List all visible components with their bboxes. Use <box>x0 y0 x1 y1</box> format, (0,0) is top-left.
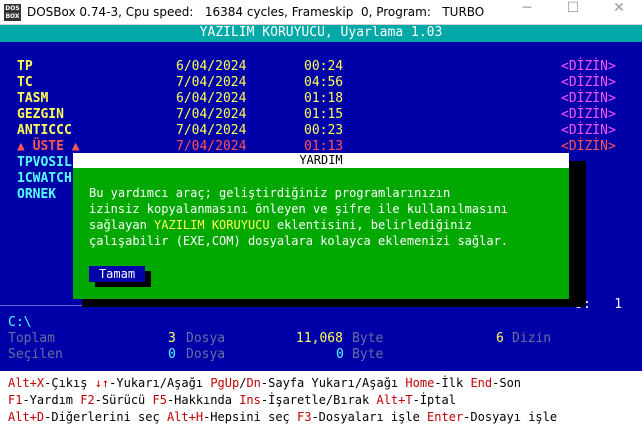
shortcut-desc: -İptal <box>412 393 456 407</box>
help-row: F1-Yardım F2-Sürücü F5-Hakkında Ins-İşar… <box>8 392 456 409</box>
shortcut-key: End <box>470 376 493 390</box>
file-name[interactable]: ▲ ÜSTE ▲ <box>17 139 80 155</box>
shortcut-desc: -Diğerlerini seç <box>44 410 167 424</box>
shortcut-key: ↓↑ <box>94 376 110 390</box>
selected-files: 0 <box>168 347 176 362</box>
file-name[interactable]: ANTICCC <box>17 123 72 139</box>
shortcut-desc: -İşaretle/Bırak <box>260 393 377 407</box>
file-time: 01:15 <box>304 107 344 122</box>
total-files: 3 <box>168 331 176 346</box>
shortcut-key: F2 <box>80 393 95 407</box>
shortcut-key: F1 <box>8 393 23 407</box>
file-name[interactable]: 1CWATCH <box>17 171 72 187</box>
file-time: 01:18 <box>304 91 344 106</box>
file-name[interactable]: TP <box>17 59 33 75</box>
shortcut-key: Alt+T <box>376 393 413 407</box>
dialog-text: sağlayan <box>89 218 155 232</box>
file-time: 00:23 <box>304 123 344 138</box>
shortcut-key: F5 <box>152 393 167 407</box>
file-name[interactable]: TASM <box>17 91 48 107</box>
shortcut-key: Ins <box>239 393 261 407</box>
shortcut-desc: -Hakkında <box>166 393 240 407</box>
dialog-text-line: Bu yardımcı araç; geliştirdiğiniz progra… <box>89 186 451 200</box>
window-title: DOSBox 0.74-3, Cpu speed: 16384 cycles, … <box>27 5 485 19</box>
shortcut-desc: -İlk <box>434 376 471 390</box>
dos-screen: YAZILIM KORUYUCU, Uyarlama 1.03 TP 6/04/… <box>0 25 642 427</box>
file-name[interactable]: GEZGIN <box>17 107 64 123</box>
shortcut-desc: -Hepsini seç <box>203 410 297 424</box>
total-bytes: 11,068 <box>296 331 343 346</box>
dir-tag: <DİZİN> <box>561 59 616 74</box>
shortcut-key: PgUp <box>210 376 240 390</box>
shortcut-desc: -Sürücü <box>94 393 153 407</box>
file-date: 6/04/2024 <box>176 91 247 106</box>
window-titlebar: DOS BOX DOSBox 0.74-3, Cpu speed: 16384 … <box>0 0 642 25</box>
file-name[interactable]: TPVOSIL <box>17 155 72 171</box>
selected-files-label: Dosya <box>186 347 226 362</box>
selected-bytes: 0 <box>336 347 344 362</box>
selected-bytes-label: Byte <box>352 347 384 362</box>
dialog-text: eklentisini, belirlediğiniz <box>269 218 472 232</box>
help-dialog: YARDIM Bu yardımcı araç; geliştirdiğiniz… <box>73 153 569 299</box>
ok-button[interactable]: Tamam <box>89 266 145 282</box>
dialog-title: YARDIM <box>73 153 569 168</box>
file-date: 7/04/2024 <box>176 75 247 90</box>
file-name[interactable]: ORNEK <box>17 187 56 203</box>
file-date: 6/04/2024 <box>176 59 247 74</box>
shortcut-key: F3 <box>297 410 312 424</box>
shortcut-key: Home <box>405 376 435 390</box>
shortcut-desc: -Yukarı/Aşağı <box>109 376 211 390</box>
shortcut-desc: -Dosyayı işle <box>463 410 558 424</box>
current-path: C:\ <box>8 315 32 330</box>
shortcut-desc: -Son <box>492 376 522 390</box>
dosbox-app-icon[interactable]: DOS BOX <box>4 4 21 21</box>
shortcut-desc: -Dosyaları işle <box>311 410 428 424</box>
close-icon[interactable]: ✕ <box>596 0 642 25</box>
dir-tag: <DİZİN> <box>561 139 616 154</box>
dir-tag: <DİZİN> <box>561 91 616 106</box>
shortcut-key: Alt+D <box>8 410 45 424</box>
shortcut-key: Dn <box>246 376 261 390</box>
shortcut-desc: -Çıkış <box>44 376 95 390</box>
file-time: 00:24 <box>304 59 344 74</box>
minimize-icon[interactable]: ─ <box>504 0 550 25</box>
app-title: YAZILIM KORUYUCU, Uyarlama 1.03 <box>199 25 443 40</box>
shortcut-key: Alt+H <box>166 410 204 424</box>
file-time: 04:56 <box>304 75 344 90</box>
bytes-label: Byte <box>352 331 384 346</box>
dialog-text-line: çalışabilir (EXE,COM) dosyalara kolayca … <box>89 234 509 248</box>
total-label: Toplam <box>8 331 55 346</box>
app-header: YAZILIM KORUYUCU, Uyarlama 1.03 <box>0 25 642 42</box>
file-name[interactable]: TC <box>17 75 33 91</box>
file-date: 7/04/2024 <box>176 123 247 138</box>
dir-label: Dizin <box>512 331 552 346</box>
files-label: Dosya <box>186 331 226 346</box>
dir-count: 6 <box>496 331 504 346</box>
product-name-highlight: YAZILIM KORUYUCU <box>154 218 270 232</box>
shortcut-desc: -Sayfa Yukarı/Aşağı <box>260 376 406 390</box>
dialog-text-line: sağlayan YAZILIM KORUYUCU eklentisini, b… <box>89 217 472 233</box>
dir-tag: <DİZİN> <box>561 75 616 90</box>
dialog-text-line: izinsiz kopyalanmasını önleyen ve şifre … <box>89 202 509 216</box>
dir-tag: <DİZİN> <box>561 107 616 122</box>
file-date: 7/04/2024 <box>176 107 247 122</box>
help-bar: Alt+X-Çıkış ↓↑-Yukarı/Aşağı PgUp/Dn-Sayf… <box>0 371 642 427</box>
dir-tag: <DİZİN> <box>561 123 616 138</box>
shortcut-key: Alt+X <box>8 376 45 390</box>
shortcut-key: Enter <box>427 410 464 424</box>
maximize-icon[interactable]: ☐ <box>550 0 596 25</box>
help-row: Alt+D-Diğerlerini seç Alt+H-Hepsini seç … <box>8 409 557 426</box>
help-row: Alt+X-Çıkış ↓↑-Yukarı/Aşağı PgUp/Dn-Sayf… <box>8 375 521 392</box>
selected-label: Seçilen <box>8 347 63 362</box>
shortcut-desc: -Yardım <box>22 393 81 407</box>
